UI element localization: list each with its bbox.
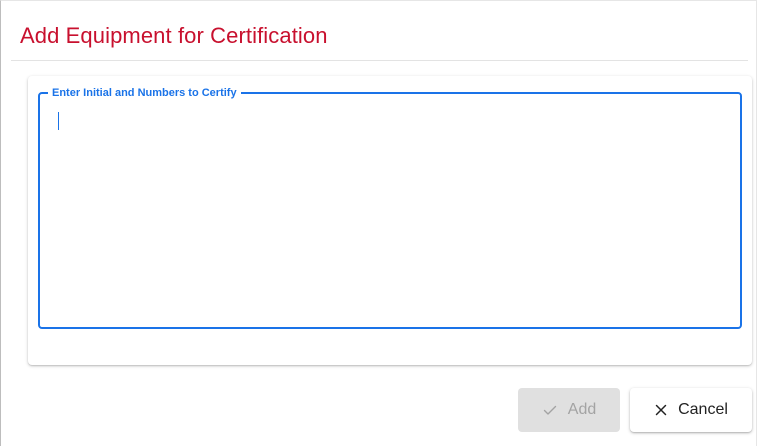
add-button-label: Add: [567, 401, 597, 418]
title-divider: [11, 60, 748, 61]
dialog-title: Add Equipment for Certification: [20, 23, 328, 48]
text-cursor: [58, 112, 59, 130]
equipment-textarea[interactable]: [42, 96, 738, 325]
equipment-input-field[interactable]: Enter Initial and Numbers to Certify: [38, 85, 742, 329]
cancel-button[interactable]: Cancel: [630, 388, 752, 432]
cancel-button-label: Cancel: [678, 401, 728, 418]
check-icon: [542, 402, 558, 418]
add-button[interactable]: Add: [518, 388, 620, 432]
close-icon: [654, 403, 668, 417]
add-equipment-dialog: Add Equipment for Certification Enter In…: [0, 0, 757, 446]
input-card: Enter Initial and Numbers to Certify: [28, 76, 752, 365]
